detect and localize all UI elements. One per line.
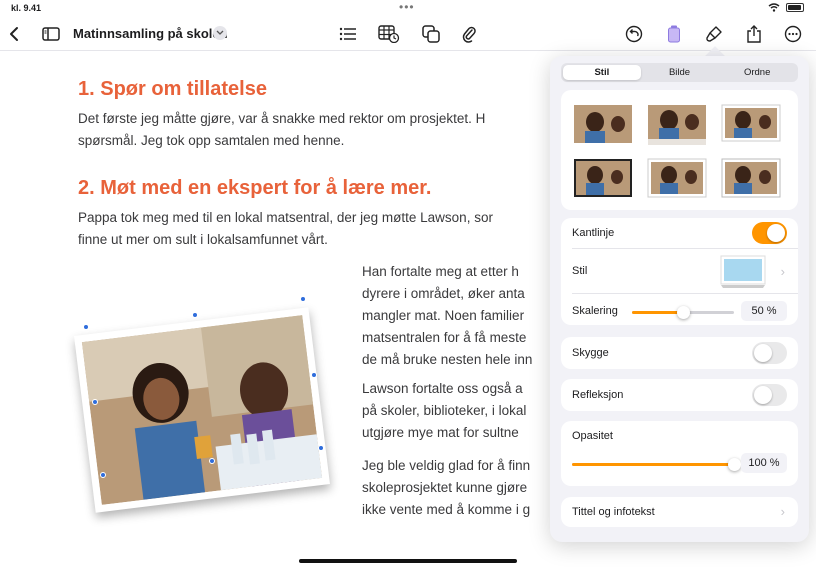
shadow-toggle[interactable] — [752, 342, 787, 364]
text-line: Han fortalte meg at etter h — [362, 264, 519, 279]
home-indicator[interactable] — [299, 559, 517, 563]
photo-image — [81, 315, 323, 505]
toolbar: Matinnsamling på skolen — [0, 18, 816, 50]
paragraph-5: Jeg ble veldig glad for å finn skolepros… — [362, 455, 530, 521]
opacity-card: Opasitet 100 % — [561, 421, 798, 486]
resize-handle[interactable] — [311, 372, 317, 378]
text-line: dyrere i området, øker anta — [362, 286, 525, 301]
title-chevron-icon[interactable] — [213, 26, 227, 40]
status-time: kl. 9.41 — [11, 3, 42, 13]
document-title[interactable]: Matinnsamling på skolen — [73, 26, 228, 41]
table-icon[interactable] — [377, 22, 401, 46]
image-style-presets — [561, 90, 798, 210]
text-line: spørsmål. Jeg tok opp samtalen med henne… — [78, 133, 345, 148]
opacity-slider[interactable] — [572, 458, 741, 471]
wifi-icon — [768, 3, 780, 12]
resize-handle[interactable] — [83, 324, 89, 330]
multitasking-dots[interactable]: ••• — [399, 0, 415, 14]
resize-handle[interactable] — [92, 399, 98, 405]
shadow-card: Skygge — [561, 337, 798, 369]
paragraph-3: Han fortalte meg at etter h dyrere i omr… — [362, 261, 532, 371]
chevron-right-icon: › — [780, 504, 785, 519]
style-preset-thumbnail[interactable] — [573, 158, 633, 200]
style-preset-thumbnail[interactable] — [573, 104, 633, 146]
opacity-label: Opasitet — [572, 430, 613, 442]
text-line: finne ut mer om sult i lokalsamfunnet vå… — [78, 232, 328, 247]
slider-thumb[interactable] — [677, 306, 690, 319]
text-line: mangler mat. Noen familier — [362, 308, 525, 323]
text-line: ikke vente med å komme i g — [362, 502, 531, 517]
toggle-knob — [754, 386, 772, 404]
status-indicators — [768, 3, 804, 12]
title-caption-label: Tittel og infotekst — [572, 506, 655, 518]
scale-label: Skalering — [572, 305, 618, 317]
format-brush-icon[interactable] — [702, 22, 726, 46]
style-preset-thumbnail[interactable] — [647, 104, 707, 146]
border-label: Kantlinje — [572, 227, 615, 239]
paragraph-2: Pappa tok meg med til en lokal matsentra… — [78, 207, 493, 251]
attachment-icon[interactable] — [457, 22, 481, 46]
heading-2: 2. Møt med en ekspert for å lære mer. — [78, 177, 432, 199]
style-preset-thumbnail[interactable] — [721, 104, 781, 146]
tab-stil[interactable]: Stil — [563, 65, 641, 80]
reflection-toggle[interactable] — [752, 384, 787, 406]
document-icon[interactable] — [662, 22, 686, 46]
format-popover: Stil Bilde Ordne Kantlinje Stil › Skaler… — [550, 56, 809, 542]
text-line: Det første jeg måtte gjøre, var å snakke… — [78, 111, 486, 126]
border-settings-card: Kantlinje Stil › Skalering 50 % — [561, 218, 798, 325]
sidebar-icon[interactable] — [39, 22, 63, 46]
reflection-card: Refleksjon — [561, 379, 798, 411]
status-bar: kl. 9.41 ••• — [0, 0, 816, 18]
slider-thumb[interactable] — [728, 458, 741, 471]
scale-slider[interactable] — [632, 306, 734, 319]
resize-handle[interactable] — [318, 445, 324, 451]
text-line: skoleprosjektet kunne gjøre — [362, 480, 528, 495]
heading-1: 1. Spør om tillatelse — [78, 78, 267, 100]
border-toggle[interactable] — [752, 222, 787, 244]
text-line: Lawson fortalte oss også a — [362, 381, 523, 396]
share-icon[interactable] — [742, 22, 766, 46]
text-line: de må bruke nesten hele inn — [362, 352, 533, 367]
text-line: Pappa tok meg med til en lokal matsentra… — [78, 210, 493, 225]
title-caption-row[interactable]: Tittel og infotekst › — [561, 497, 798, 527]
reflection-label: Refleksjon — [572, 389, 624, 401]
resize-handle[interactable] — [300, 296, 306, 302]
tab-bilde[interactable]: Bilde — [641, 65, 719, 80]
paragraph-1: Det første jeg måtte gjøre, var å snakke… — [78, 108, 485, 152]
tab-ordne[interactable]: Ordne — [718, 65, 796, 80]
list-icon[interactable] — [336, 22, 360, 46]
divider — [572, 248, 798, 249]
resize-handle[interactable] — [192, 312, 198, 318]
shadow-label: Skygge — [572, 347, 609, 359]
chevron-right-icon: › — [780, 264, 785, 279]
text-line: Jeg ble veldig glad for å finn — [362, 458, 531, 473]
more-icon[interactable] — [781, 22, 805, 46]
battery-icon — [786, 3, 804, 12]
selected-photo[interactable] — [74, 307, 330, 513]
style-preset-thumbnail[interactable] — [647, 158, 707, 200]
paragraph-4: Lawson fortalte oss også a på skoler, bi… — [362, 378, 526, 444]
text-line: på skoler, biblioteker, i lokal — [362, 403, 527, 418]
text-line: utgjøre mye mat for sultne — [362, 425, 519, 440]
shapes-icon[interactable] — [419, 22, 443, 46]
back-icon[interactable] — [2, 22, 26, 46]
resize-handle[interactable] — [100, 472, 106, 478]
opacity-value[interactable]: 100 % — [741, 453, 787, 473]
toggle-knob — [754, 344, 772, 362]
slider-fill — [632, 311, 683, 314]
toggle-knob — [767, 224, 785, 242]
resize-handle[interactable] — [209, 458, 215, 464]
style-preset-thumbnail[interactable] — [721, 158, 781, 200]
format-tabs: Stil Bilde Ordne — [561, 63, 798, 82]
text-line: matsentralen for å få meste — [362, 330, 527, 345]
divider — [572, 293, 798, 294]
undo-icon[interactable] — [622, 22, 646, 46]
slider-fill — [572, 463, 734, 466]
scale-value[interactable]: 50 % — [741, 301, 787, 321]
style-label: Stil — [572, 265, 588, 277]
border-style-preview[interactable] — [719, 255, 767, 289]
